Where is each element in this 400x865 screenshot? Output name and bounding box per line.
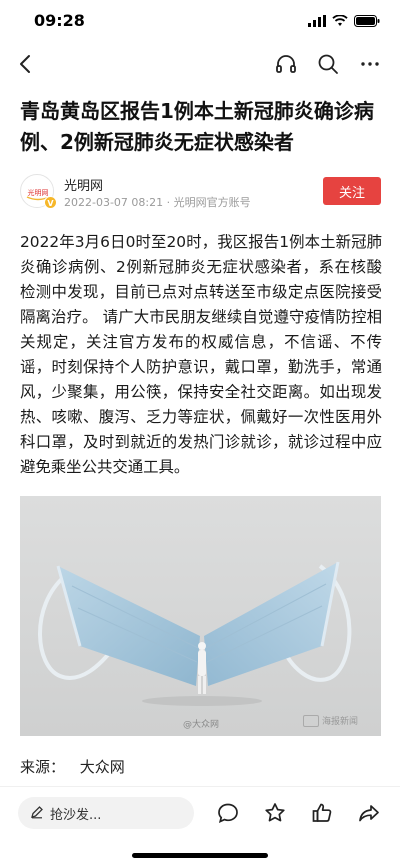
article-image[interactable]: @大众网 海报新闻 [20, 496, 381, 736]
status-time: 09:28 [34, 11, 85, 30]
wifi-icon [332, 12, 348, 31]
image-watermark-left: @大众网 [183, 720, 220, 730]
star-icon[interactable] [261, 799, 289, 827]
like-icon[interactable] [308, 799, 336, 827]
status-icons [308, 12, 380, 31]
search-icon[interactable] [314, 50, 342, 78]
pencil-icon [30, 804, 44, 823]
home-indicator [132, 853, 268, 858]
author-row: 光明网 V 光明网 2022-03-07 08:21 · 光明网官方账号 关注 [20, 174, 382, 210]
comment-input[interactable]: 抢沙发... [18, 797, 194, 829]
comment-placeholder: 抢沙发... [50, 807, 102, 823]
source-label: 来源： [20, 758, 66, 776]
follow-button[interactable]: 关注 [323, 177, 381, 205]
source-value: 大众网 [79, 758, 125, 776]
status-bar: 09:28 [0, 0, 400, 40]
back-arrow-icon[interactable] [12, 50, 40, 78]
headphones-icon[interactable] [272, 50, 300, 78]
bottom-action-bar: 抢沙发... [0, 786, 400, 865]
article-body: 2022年3月6日0时至20时，我区报告1例本土新冠肺炎确诊病例、2例新冠肺炎无… [20, 233, 382, 476]
verified-badge: V [44, 196, 57, 209]
author-name[interactable]: 光明网 [64, 175, 103, 194]
avatar-logo-text: 光明网 [28, 188, 49, 197]
more-icon[interactable] [356, 50, 384, 78]
article-source: 来源： 大众网 [20, 756, 125, 777]
watermark-right-text: 海报新闻 [322, 717, 359, 727]
image-watermark-right: 海报新闻 [303, 714, 358, 727]
author-meta: 2022-03-07 08:21 · 光明网官方账号 [64, 196, 251, 209]
cellular-signal-icon [308, 12, 326, 31]
comment-icon[interactable] [214, 799, 242, 827]
mask-illustration [20, 496, 381, 736]
watermark-logo-icon [303, 714, 319, 727]
battery-icon [354, 12, 380, 31]
nav-bar [0, 44, 400, 84]
share-icon[interactable] [355, 799, 383, 827]
article-title: 青岛黄岛区报告1例本土新冠肺炎确诊病例、2例新冠肺炎无症状感染者 [20, 99, 374, 154]
